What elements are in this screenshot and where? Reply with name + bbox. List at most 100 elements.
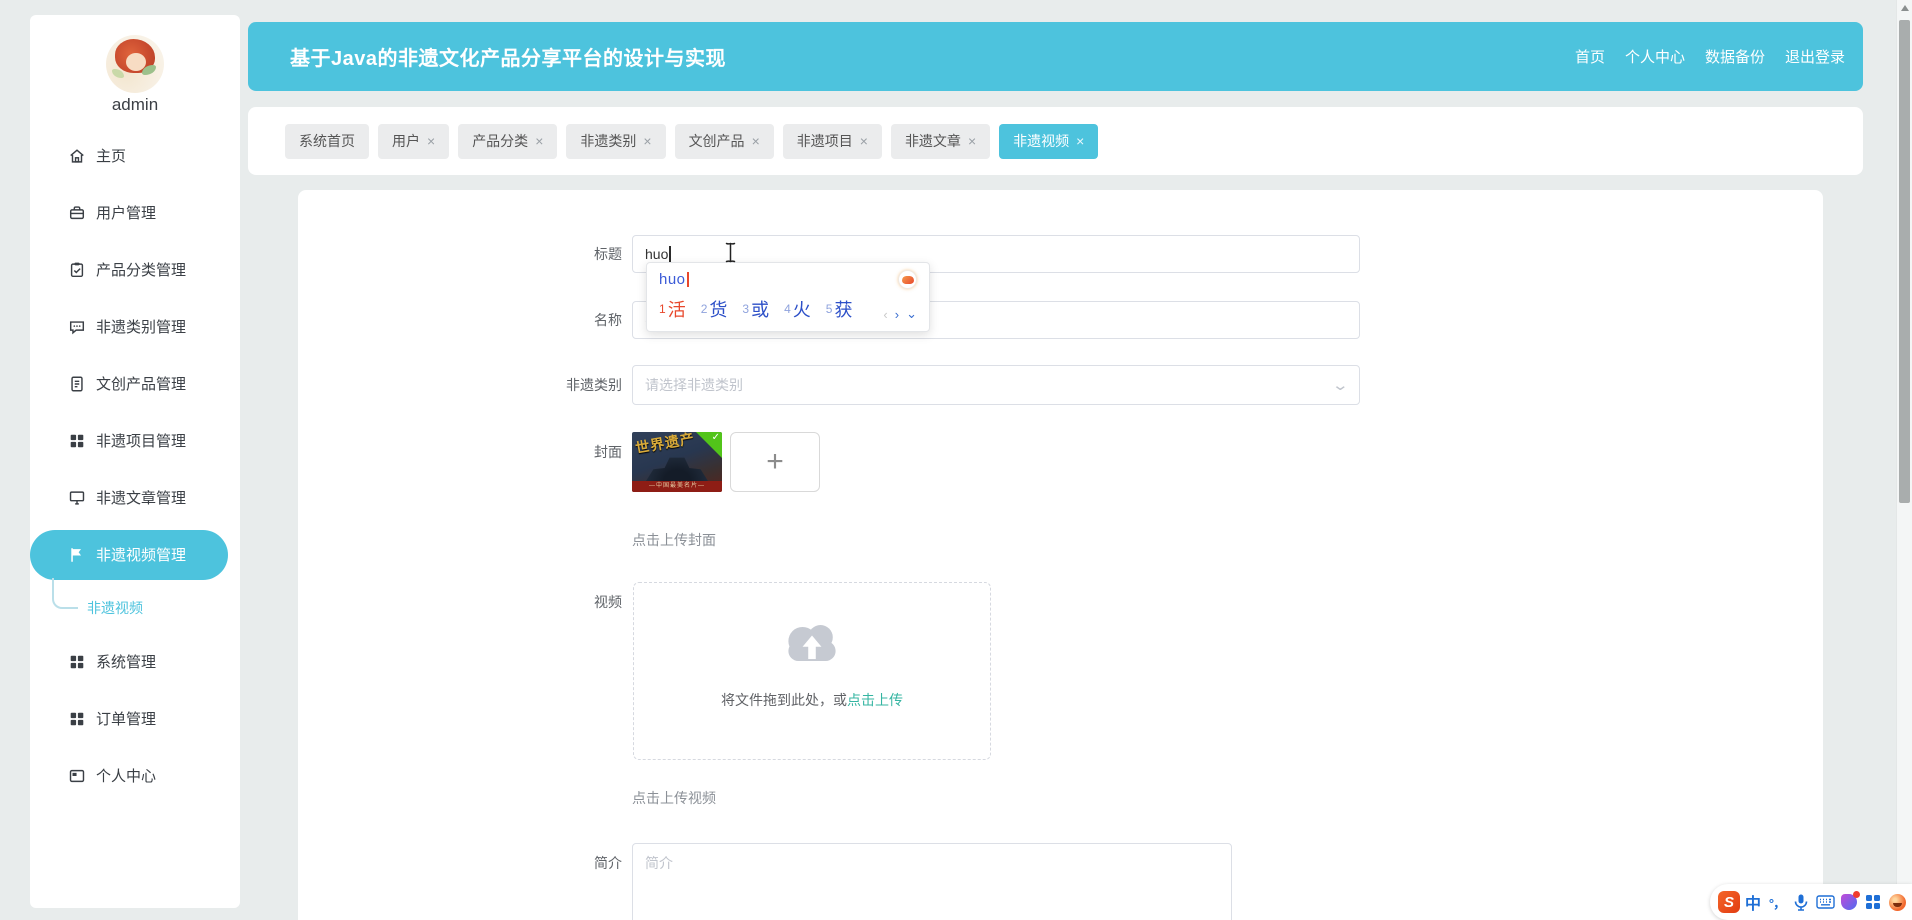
sidebar-item-heritage-video[interactable]: 非遗视频管理 [30, 530, 228, 580]
sidebar-subitem-label: 非遗视频 [87, 598, 143, 618]
tab-heritage-video[interactable]: 非遗视频 × [999, 124, 1098, 159]
grid-icon [68, 710, 86, 728]
cover-upload-hint: 点击上传封面 [632, 530, 716, 550]
clipboard-check-icon [68, 261, 86, 279]
close-icon[interactable]: × [643, 133, 651, 149]
ime-toolbar: S 中 °， [1710, 884, 1912, 920]
page-scrollbar[interactable] [1896, 0, 1912, 920]
header-link-backup[interactable]: 数据备份 [1705, 46, 1765, 67]
ime-prev-page-icon[interactable]: ‹ [883, 307, 887, 322]
sidebar-item-heritage-article[interactable]: 非遗文章管理 [30, 469, 240, 526]
cover-label: 封面 [298, 434, 622, 470]
ime-candidate-3[interactable]: 3或 [742, 296, 769, 322]
cover-thumbnail[interactable]: 世界遗产 —中国最美名片— ✓ [632, 432, 722, 492]
ime-candidate-5[interactable]: 5获 [826, 296, 853, 322]
sidebar-item-orders[interactable]: 订单管理 [30, 690, 240, 747]
avatar-art [142, 65, 156, 75]
document-icon [68, 375, 86, 393]
scroll-up-arrow-icon[interactable] [1901, 5, 1909, 11]
chinese-mode-icon[interactable]: 中 [1741, 890, 1765, 914]
tab-heritage-category[interactable]: 非遗类别 × [566, 124, 665, 159]
header-link-home[interactable]: 首页 [1575, 46, 1605, 67]
sidebar-subitem-heritage-video[interactable]: 非遗视频 [30, 583, 240, 633]
sogou-logo-text: S [1718, 891, 1740, 913]
tab-product-category[interactable]: 产品分类 × [458, 124, 557, 159]
close-icon[interactable]: × [860, 133, 868, 149]
candidate-index: 2 [701, 302, 708, 316]
close-icon[interactable]: × [535, 133, 543, 149]
tab-cultural-product[interactable]: 文创产品 × [675, 124, 774, 159]
tab-label: 非遗文章 [905, 131, 961, 151]
sidebar-item-heritage-project[interactable]: 非遗项目管理 [30, 412, 240, 469]
candidate-index: 4 [784, 302, 791, 316]
sidebar-item-profile[interactable]: 个人中心 [30, 747, 240, 804]
ime-candidate-1[interactable]: 1活 [659, 296, 686, 322]
video-label: 视频 [298, 584, 622, 620]
close-icon[interactable]: × [1076, 133, 1084, 149]
sidebar-item-label: 非遗项目管理 [96, 430, 186, 451]
chevron-down-icon: ⌄ [1332, 376, 1350, 394]
ime-candidate-4[interactable]: 4火 [784, 296, 811, 322]
header-link-profile[interactable]: 个人中心 [1625, 46, 1685, 67]
upload-cloud-icon [778, 617, 846, 669]
ime-expand-icon[interactable]: ⌄ [906, 306, 917, 322]
candidate-index: 1 [659, 302, 666, 316]
home-icon [68, 147, 86, 165]
tab-users[interactable]: 用户 × [378, 124, 449, 159]
scrollbar-thumb[interactable] [1899, 20, 1910, 503]
sidebar-item-label: 非遗类别管理 [96, 316, 186, 337]
sidebar-item-label: 非遗文章管理 [96, 487, 186, 508]
sidebar-item-product-category[interactable]: 产品分类管理 [30, 241, 240, 298]
ime-caret [687, 272, 689, 287]
tab-heritage-project[interactable]: 非遗项目 × [783, 124, 882, 159]
intro-textarea[interactable]: 简介 [632, 843, 1232, 920]
sidebar-item-label: 主页 [96, 145, 126, 166]
close-icon[interactable]: × [752, 133, 760, 149]
monitor-icon [68, 489, 86, 507]
comment-icon [68, 318, 86, 336]
sidebar: admin 主页 用户管理 产品分类管理 [30, 15, 240, 908]
ime-candidate-popup: huo 1活 2货 3或 4火 5获 ‹ › ⌄ [646, 262, 930, 332]
tab-label: 非遗项目 [797, 131, 853, 151]
sidebar-item-heritage-category[interactable]: 非遗类别管理 [30, 298, 240, 355]
cover-upload-button[interactable]: + [730, 432, 820, 492]
tab-system-home[interactable]: 系统首页 [285, 124, 369, 159]
intro-label: 简介 [298, 845, 622, 881]
sidebar-item-system[interactable]: 系统管理 [30, 633, 240, 690]
toolbox-icon[interactable] [1861, 890, 1885, 914]
dropzone-upload-link[interactable]: 点击上传 [847, 692, 903, 708]
sidebar-item-home[interactable]: 主页 [30, 127, 240, 184]
title-label: 标题 [298, 235, 622, 273]
sidebar-item-users[interactable]: 用户管理 [30, 184, 240, 241]
keyboard-icon[interactable] [1813, 890, 1837, 914]
skin-icon[interactable] [1837, 890, 1861, 914]
microphone-icon[interactable] [1789, 890, 1813, 914]
sogou-logo-icon[interactable]: S [1717, 890, 1741, 914]
candidate-char: 货 [709, 300, 727, 320]
grid-icon [68, 653, 86, 671]
tab-label: 系统首页 [299, 131, 355, 151]
header-link-logout[interactable]: 退出登录 [1785, 46, 1845, 67]
punctuation-mode-icon[interactable]: °， [1765, 890, 1789, 914]
tab-label: 用户 [392, 131, 420, 151]
grid-icon [68, 432, 86, 450]
close-icon[interactable]: × [427, 133, 435, 149]
emoji-icon[interactable] [1885, 890, 1909, 914]
ime-candidate-2[interactable]: 2货 [701, 296, 728, 322]
cover-thumb-subtext: —中国最美名片— [632, 481, 722, 492]
ime-assistant-icon[interactable] [898, 270, 917, 289]
ime-next-page-icon[interactable]: › [895, 307, 899, 322]
category-label: 非遗类别 [298, 365, 622, 405]
video-upload-hint: 点击上传视频 [632, 788, 716, 808]
top-header: 基于Java的非遗文化产品分享平台的设计与实现 首页 个人中心 数据备份 退出登… [248, 22, 1863, 91]
category-select[interactable]: 请选择非遗类别 ⌄ [632, 365, 1360, 405]
close-icon[interactable]: × [968, 133, 976, 149]
content-area: 基于Java的非遗文化产品分享平台的设计与实现 首页 个人中心 数据备份 退出登… [248, 0, 1863, 920]
avatar[interactable] [106, 35, 164, 93]
screen: admin 主页 用户管理 产品分类管理 [0, 0, 1912, 920]
tab-heritage-article[interactable]: 非遗文章 × [891, 124, 990, 159]
video-dropzone[interactable]: 将文件拖到此处，或点击上传 [633, 582, 991, 760]
intro-placeholder: 简介 [645, 855, 673, 871]
candidate-char: 或 [751, 300, 769, 320]
sidebar-item-cultural-product[interactable]: 文创产品管理 [30, 355, 240, 412]
